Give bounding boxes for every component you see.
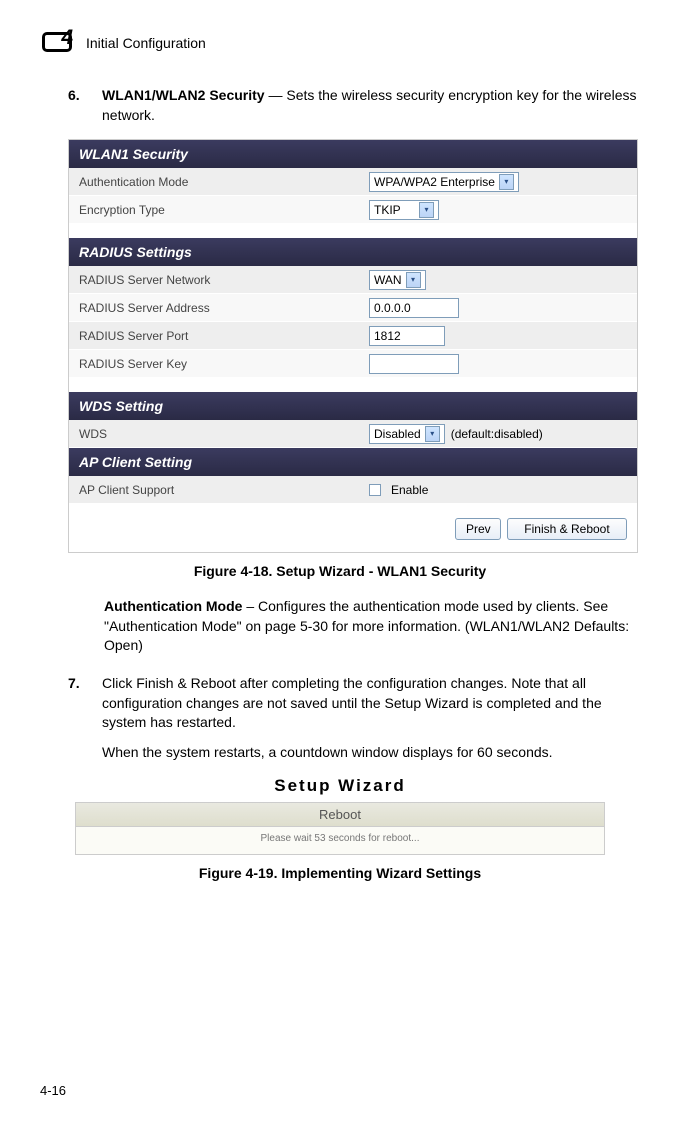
chevron-down-icon: ▾ bbox=[499, 174, 514, 190]
page-number: 4-16 bbox=[40, 1083, 66, 1098]
radius-network-label: RADIUS Server Network bbox=[69, 273, 369, 287]
apclient-enable-label: Enable bbox=[391, 483, 428, 497]
step-7-body1: Click Finish & Reboot after completing t… bbox=[102, 674, 640, 733]
chapter-number: 4 bbox=[61, 26, 73, 50]
row-auth-mode: Authentication Mode WPA/WPA2 Enterprise … bbox=[69, 168, 637, 196]
figure-4-18-screenshot: WLAN1 Security Authentication Mode WPA/W… bbox=[68, 139, 638, 553]
enc-type-select[interactable]: TKIP ▾ bbox=[369, 200, 439, 220]
row-enc-type: Encryption Type TKIP ▾ bbox=[69, 196, 637, 224]
radius-key-input[interactable] bbox=[369, 354, 459, 374]
reboot-tab: Reboot bbox=[75, 802, 605, 826]
row-radius-network: RADIUS Server Network WAN ▾ bbox=[69, 266, 637, 294]
figure-4-19-caption: Figure 4-19. Implementing Wizard Setting… bbox=[40, 865, 640, 881]
prev-button[interactable]: Prev bbox=[455, 518, 501, 540]
setup-wizard-title: Setup Wizard bbox=[75, 776, 605, 796]
auth-mode-label: Authentication Mode bbox=[69, 175, 369, 189]
row-wds: WDS Disabled ▾ (default:disabled) bbox=[69, 420, 637, 448]
row-apclient: AP Client Support Enable bbox=[69, 476, 637, 504]
chapter-badge: 4 bbox=[40, 30, 76, 56]
chevron-down-icon: ▾ bbox=[425, 426, 440, 442]
chevron-down-icon: ▾ bbox=[406, 272, 421, 288]
row-radius-port: RADIUS Server Port 1812 bbox=[69, 322, 637, 350]
figure-4-18-caption: Figure 4-18. Setup Wizard - WLAN1 Securi… bbox=[40, 563, 640, 579]
wds-default-text: (default:disabled) bbox=[451, 427, 543, 441]
page-header: 4 Initial Configuration bbox=[40, 30, 640, 56]
step-6-number: 6. bbox=[68, 86, 88, 125]
radius-port-input[interactable]: 1812 bbox=[369, 326, 445, 346]
radius-port-label: RADIUS Server Port bbox=[69, 329, 369, 343]
section-radius-settings: RADIUS Settings bbox=[69, 238, 637, 266]
wds-value: Disabled bbox=[374, 427, 421, 441]
step-7-number: 7. bbox=[68, 674, 88, 762]
radius-network-value: WAN bbox=[374, 273, 402, 287]
enc-type-label: Encryption Type bbox=[69, 203, 369, 217]
apclient-enable-checkbox[interactable] bbox=[369, 484, 381, 496]
radius-address-label: RADIUS Server Address bbox=[69, 301, 369, 315]
section-wlan1-security: WLAN1 Security bbox=[69, 140, 637, 168]
wds-label: WDS bbox=[69, 427, 369, 441]
auth-mode-para-title: Authentication Mode bbox=[104, 598, 242, 614]
figure-4-19-screenshot: Setup Wizard Reboot Please wait 53 secon… bbox=[75, 776, 605, 855]
step-7-body2: When the system restarts, a countdown wi… bbox=[102, 743, 640, 763]
enc-type-value: TKIP bbox=[374, 203, 401, 217]
apclient-label: AP Client Support bbox=[69, 483, 369, 497]
radius-network-select[interactable]: WAN ▾ bbox=[369, 270, 426, 290]
radius-key-label: RADIUS Server Key bbox=[69, 357, 369, 371]
row-radius-address: RADIUS Server Address 0.0.0.0 bbox=[69, 294, 637, 322]
auth-mode-select[interactable]: WPA/WPA2 Enterprise ▾ bbox=[369, 172, 519, 192]
row-radius-key: RADIUS Server Key bbox=[69, 350, 637, 378]
step-6: 6. WLAN1/WLAN2 Security — Sets the wirel… bbox=[68, 86, 640, 125]
chapter-title: Initial Configuration bbox=[86, 35, 206, 51]
wds-select[interactable]: Disabled ▾ bbox=[369, 424, 445, 444]
section-apclient-setting: AP Client Setting bbox=[69, 448, 637, 476]
step-6-title: WLAN1/WLAN2 Security bbox=[102, 87, 265, 103]
auth-mode-value: WPA/WPA2 Enterprise bbox=[374, 175, 495, 189]
auth-mode-paragraph: Authentication Mode – Configures the aut… bbox=[104, 597, 630, 656]
finish-reboot-button[interactable]: Finish & Reboot bbox=[507, 518, 627, 540]
chevron-down-icon: ▾ bbox=[419, 202, 434, 218]
reboot-wait-message: Please wait 53 seconds for reboot... bbox=[75, 826, 605, 855]
button-bar: Prev Finish & Reboot bbox=[69, 504, 637, 552]
radius-address-input[interactable]: 0.0.0.0 bbox=[369, 298, 459, 318]
step-7: 7. Click Finish & Reboot after completin… bbox=[68, 674, 640, 762]
section-wds-setting: WDS Setting bbox=[69, 392, 637, 420]
